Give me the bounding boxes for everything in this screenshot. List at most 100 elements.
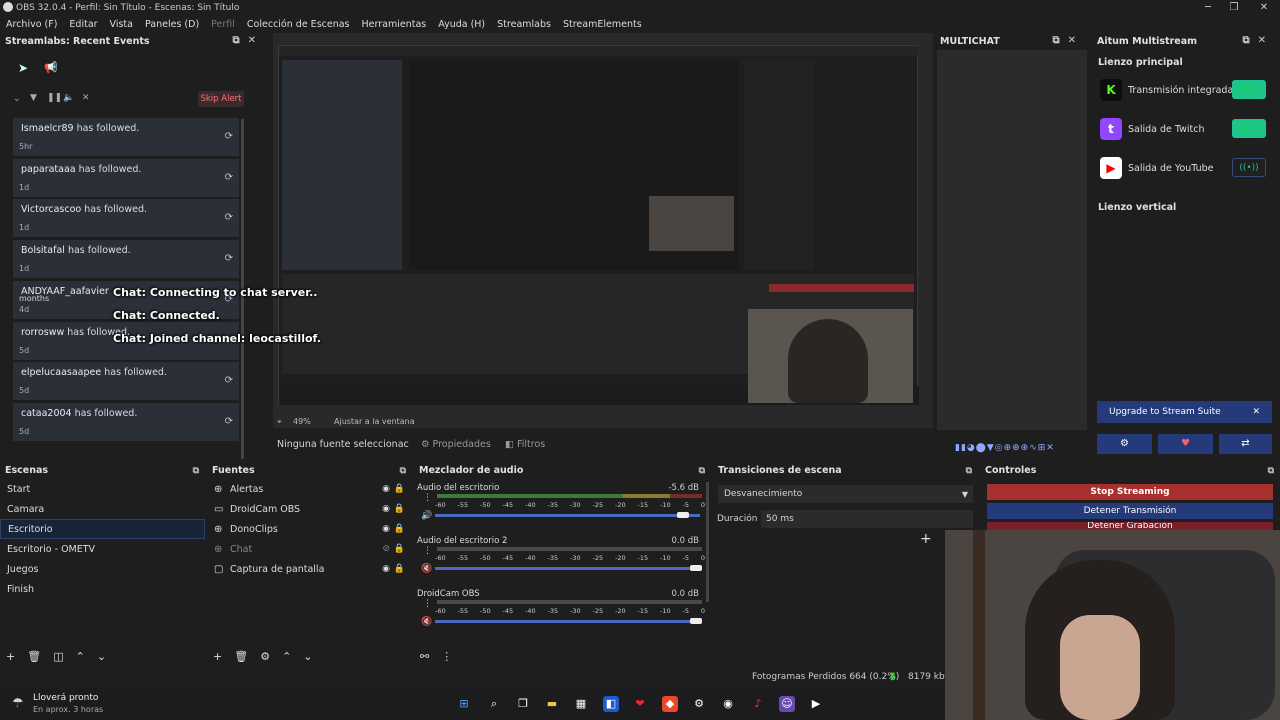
weather-icon[interactable]: ☂	[12, 696, 24, 711]
dock-float-icon[interactable]: ⧉	[193, 466, 199, 476]
eye-icon[interactable]: ◉	[382, 564, 390, 574]
multichat-tools[interactable]: ▮▮◕⬤▼◎⊕⊕⊕∿⊞✕	[955, 443, 1055, 453]
down-icon[interactable]: ⌄	[97, 650, 106, 663]
eye-off-icon[interactable]: ⊘	[382, 544, 390, 554]
stream-toggle-button[interactable]: ((•))	[1232, 80, 1266, 99]
channel-menu-icon[interactable]: ⋮	[423, 546, 432, 556]
weather-title[interactable]: Lloverá pronto	[33, 693, 98, 703]
menu-editar[interactable]: Editar	[63, 19, 103, 30]
repeat-icon[interactable]: ⟳	[225, 131, 233, 142]
volume-slider[interactable]	[435, 565, 702, 571]
dock-float-icon[interactable]: ⧉	[966, 466, 972, 476]
up-icon[interactable]: ⌃	[282, 650, 291, 663]
event-row[interactable]: Ismaelcr89 has followed. 5hr ⟳	[13, 118, 239, 156]
trash-icon[interactable]: 🗑	[234, 650, 248, 663]
event-user[interactable]: elpelucaasaapee	[21, 367, 101, 378]
scene-item[interactable]: Juegos	[0, 559, 205, 579]
brave-icon[interactable]: ◆	[662, 696, 678, 712]
lock-icon[interactable]: 🔒	[394, 484, 405, 494]
volume-slider[interactable]	[435, 512, 700, 518]
gear-icon[interactable]: ⚙	[260, 650, 270, 663]
minimize-icon[interactable]: ─	[1195, 0, 1221, 15]
stream-toggle-button[interactable]: ((•))	[1232, 119, 1266, 138]
filter-icon[interactable]: ▼	[30, 93, 37, 103]
menu-coleccion[interactable]: Colección de Escenas	[241, 19, 356, 30]
stream-toggle-button[interactable]: ((•))	[1232, 158, 1266, 177]
transition-select[interactable]: Desvanecimiento ▼	[718, 485, 973, 503]
volume-icon[interactable]: 🔈	[63, 93, 74, 103]
link-icon[interactable]: ⚯	[420, 650, 429, 663]
dock-controls-icon[interactable]: ⧉✕	[1052, 35, 1084, 46]
event-row[interactable]: paparataaa has followed. 1d ⟳	[13, 158, 239, 197]
speaker-icon[interactable]: 🔊	[421, 511, 432, 521]
repeat-icon[interactable]: ⟳	[225, 212, 233, 223]
zoom-icon[interactable]: ⌖	[277, 417, 282, 427]
zoom-level[interactable]: 49%	[293, 417, 311, 426]
volume-slider[interactable]	[435, 618, 702, 624]
settings-button[interactable]: ⚙	[1097, 434, 1152, 454]
event-row[interactable]: cataa2004 has followed. 5d ⟳	[13, 402, 239, 441]
menu-perfil[interactable]: Perfil	[205, 19, 241, 30]
slider-knob[interactable]	[677, 512, 690, 518]
lock-icon[interactable]: 🔒	[394, 564, 405, 574]
repeat-icon[interactable]: ⟳	[225, 172, 233, 183]
menu-archivo[interactable]: Archivo (F)	[0, 19, 63, 30]
add-icon[interactable]: +	[213, 650, 222, 663]
filter-icon[interactable]: ◫	[53, 650, 63, 663]
share-button[interactable]: ⇄	[1219, 434, 1272, 454]
dock-float-icon[interactable]: ⧉	[699, 466, 705, 476]
scene-item[interactable]: Finish	[0, 579, 205, 599]
source-item[interactable]: ⊕ Alertas ◉ 🔒	[207, 479, 412, 499]
preview-canvas[interactable]	[273, 33, 933, 428]
event-user[interactable]: cataa2004	[21, 408, 72, 419]
duration-input[interactable]: 50 ms	[761, 510, 973, 528]
app-red-icon[interactable]: ❤	[632, 696, 648, 712]
skip-alert-button[interactable]: Skip Alert	[198, 91, 244, 107]
scene-item[interactable]: Camara	[0, 499, 205, 519]
streamlabs-icon[interactable]: ☺	[779, 696, 795, 712]
scene-item[interactable]: Escritorio - OMETV	[0, 539, 205, 559]
settings-icon[interactable]: ⚙	[691, 696, 707, 712]
trash-icon[interactable]: 🗑	[27, 650, 41, 663]
eye-icon[interactable]: ◉	[382, 484, 390, 494]
lock-icon[interactable]: 🔒	[394, 504, 405, 514]
chevron-down-icon[interactable]: ⌄	[13, 94, 21, 104]
add-icon[interactable]: +	[6, 650, 15, 663]
fit-dropdown[interactable]: Ajustar a la ventana	[334, 417, 415, 426]
menu-streamelements[interactable]: StreamElements	[557, 19, 648, 30]
source-item[interactable]: ▭ DroidCam OBS ◉ 🔒	[207, 499, 412, 519]
dock-controls-icon[interactable]: ⧉✕	[1242, 35, 1274, 46]
repeat-icon[interactable]: ⟳	[225, 375, 233, 386]
donate-button[interactable]: ♥	[1158, 434, 1213, 454]
up-icon[interactable]: ⌃	[76, 650, 85, 663]
repeat-icon[interactable]: ⟳	[225, 253, 233, 264]
event-user[interactable]: Ismaelcr89	[21, 123, 74, 134]
event-user[interactable]: Victorcascoo	[21, 204, 81, 215]
lock-icon[interactable]: 🔒	[394, 544, 405, 554]
menu-herramientas[interactable]: Herramientas	[356, 19, 433, 30]
search-icon[interactable]: ⌕	[486, 696, 502, 712]
windows-start-icon[interactable]: ⊞	[456, 696, 472, 712]
upgrade-button[interactable]: Upgrade to Stream Suite ✕	[1097, 401, 1272, 423]
dock-float-icon[interactable]: ⧉	[400, 466, 406, 476]
megaphone-icon[interactable]: 📢	[44, 61, 58, 74]
add-transition-icon[interactable]: +	[920, 531, 932, 547]
menu-vista[interactable]: Vista	[104, 19, 139, 30]
event-user[interactable]: rorrosww	[21, 327, 64, 338]
stop-recording-button[interactable]: Detener Grabación	[987, 522, 1273, 530]
event-user[interactable]: paparataaa	[21, 164, 76, 175]
channel-menu-icon[interactable]: ⋮	[423, 493, 432, 503]
menu-ayuda[interactable]: Ayuda (H)	[432, 19, 491, 30]
close-icon[interactable]: ✕	[1252, 407, 1260, 417]
down-icon[interactable]: ⌄	[303, 650, 312, 663]
event-row[interactable]: Bolsitafal has followed. 1d ⟳	[13, 240, 239, 279]
scene-item[interactable]: Start	[0, 479, 205, 499]
channel-menu-icon[interactable]: ⋮	[423, 599, 432, 609]
menu-paneles[interactable]: Paneles (D)	[139, 19, 205, 30]
source-item[interactable]: ⊕ Chat ⊘ 🔒	[207, 539, 412, 559]
stop-transmission-button[interactable]: Detener Transmisión	[987, 503, 1273, 519]
pause-icon[interactable]: ❚❚	[47, 93, 62, 103]
speaker-muted-icon[interactable]: 🔇	[421, 564, 432, 574]
close-icon[interactable]: ✕	[1251, 0, 1277, 15]
lock-icon[interactable]: 🔒	[394, 524, 405, 534]
